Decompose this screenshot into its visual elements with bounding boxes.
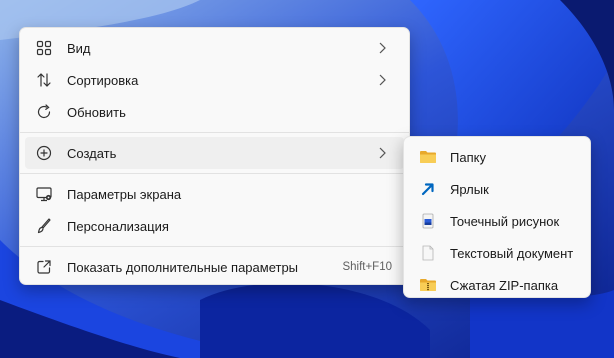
menu-separator [20, 132, 409, 133]
submenu-item-label: Папку [450, 149, 486, 165]
menu-item-create[interactable]: Создать [25, 137, 404, 169]
display-settings-icon [34, 184, 54, 204]
submenu-item-bitmap[interactable]: Точечный рисунок [409, 205, 585, 237]
menu-item-label: Показать дополнительные параметры [67, 259, 299, 275]
submenu-item-label: Точечный рисунок [450, 213, 560, 229]
submenu-item-shortcut[interactable]: Ярлык [409, 173, 585, 205]
create-submenu: Папку Ярлык Точечный рисунок Текстовый д… [403, 136, 591, 298]
chevron-right-icon [379, 42, 386, 54]
sort-arrows-icon [34, 70, 54, 90]
submenu-item-text-document[interactable]: Текстовый документ [409, 237, 585, 269]
text-document-icon [418, 243, 438, 263]
submenu-item-folder[interactable]: Папку [409, 141, 585, 173]
plus-circle-icon [34, 143, 54, 163]
menu-item-display-settings[interactable]: Параметры экрана [25, 178, 404, 210]
menu-item-label: Создать [67, 145, 117, 161]
desktop-context-menu: Вид Сортировка Обновить Создать Параметр… [19, 27, 410, 285]
menu-item-view[interactable]: Вид [25, 32, 404, 64]
chevron-right-icon [379, 74, 386, 86]
folder-icon [418, 147, 438, 167]
chevron-right-icon [379, 147, 386, 159]
menu-item-personalize[interactable]: Персонализация [25, 210, 404, 242]
submenu-item-label: Текстовый документ [450, 245, 574, 261]
menu-separator [20, 246, 409, 247]
menu-item-label: Персонализация [67, 218, 169, 234]
menu-item-show-more-options[interactable]: Показать дополнительные параметры Shift+… [25, 251, 404, 283]
menu-item-label: Обновить [67, 104, 126, 120]
shortcut-arrow-icon [418, 179, 438, 199]
submenu-item-label: Ярлык [450, 181, 489, 197]
grid-view-icon [34, 38, 54, 58]
open-external-icon [34, 257, 54, 277]
menu-item-label: Сортировка [67, 72, 139, 88]
menu-item-label: Вид [67, 40, 91, 56]
brush-icon [34, 216, 54, 236]
submenu-item-label: Сжатая ZIP-папка [450, 277, 559, 293]
menu-item-sort[interactable]: Сортировка [25, 64, 404, 96]
refresh-icon [34, 102, 54, 122]
menu-item-label: Параметры экрана [67, 186, 182, 202]
bitmap-icon [418, 211, 438, 231]
keyboard-shortcut: Shift+F10 [342, 261, 392, 273]
zip-folder-icon [418, 275, 438, 295]
menu-separator [20, 173, 409, 174]
menu-item-refresh[interactable]: Обновить [25, 96, 404, 128]
submenu-item-zip-folder[interactable]: Сжатая ZIP-папка [409, 269, 585, 301]
